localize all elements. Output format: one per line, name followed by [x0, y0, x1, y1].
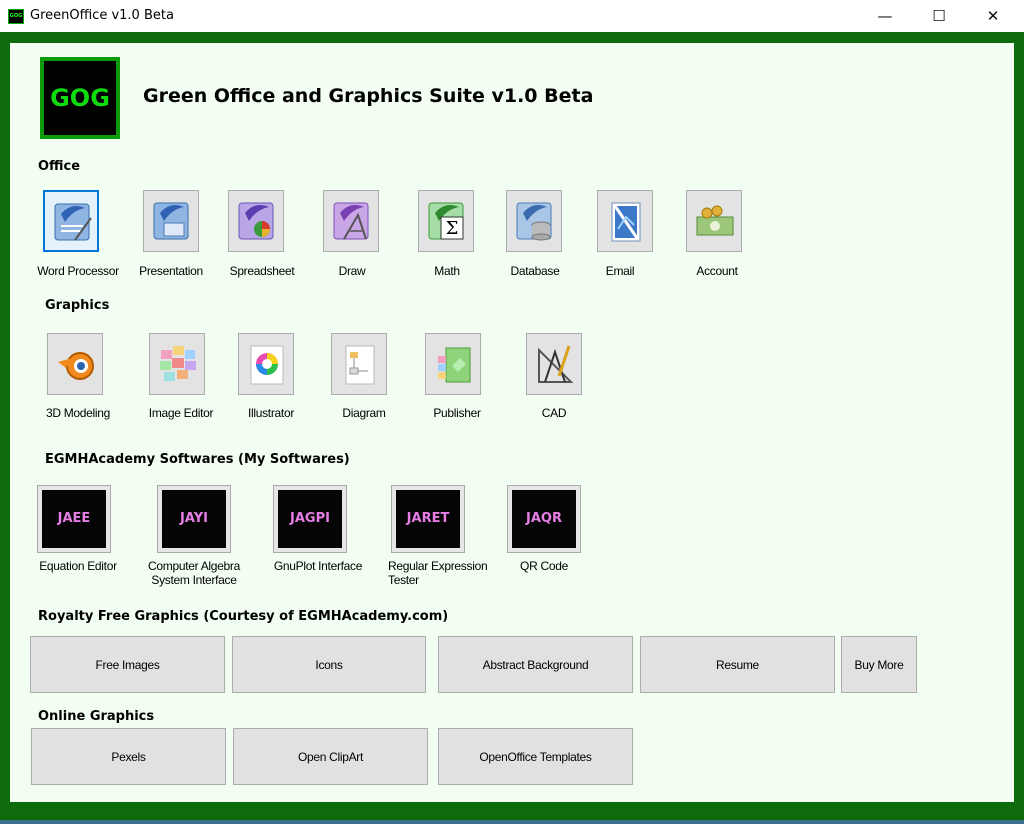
jayi-button[interactable]: JAYI — [157, 485, 231, 553]
abstract-background-button[interactable]: Abstract Background — [438, 636, 633, 693]
spreadsheet-button[interactable] — [228, 190, 284, 252]
publisher-label: Publisher — [433, 406, 481, 420]
diagram-label: Diagram — [342, 406, 386, 420]
image-editor-label: Image Editor — [148, 406, 214, 420]
app-window: GOG GreenOffice v1.0 Beta — ☐ ✕ GOG Gree… — [0, 0, 1024, 820]
account-icon — [696, 205, 734, 236]
draw-button[interactable] — [323, 190, 379, 252]
openoffice-templates-button[interactable]: OpenOffice Templates — [438, 728, 633, 785]
graphics-heading: Graphics — [45, 298, 110, 313]
open-clipart-button[interactable]: Open ClipArt — [233, 728, 428, 785]
app-logo: GOG — [40, 57, 120, 139]
minimize-button[interactable]: — — [862, 0, 908, 32]
cad-label: CAD — [541, 406, 567, 420]
buy-more-button[interactable]: Buy More — [841, 636, 917, 693]
title-bar[interactable]: GOG GreenOffice v1.0 Beta — ☐ ✕ — [0, 0, 1024, 32]
word-processor-icon — [54, 203, 92, 241]
jaqr-tile-text: JAQR — [512, 490, 576, 548]
email-label: Email — [605, 264, 635, 278]
computer-algebra-label: Computer Algebra System Interface — [148, 559, 240, 587]
pexels-button[interactable]: Pexels — [31, 728, 226, 785]
presentation-icon — [153, 202, 189, 240]
jayi-tile-text: JAYI — [162, 490, 226, 548]
svg-text:Σ: Σ — [446, 218, 459, 239]
math-button[interactable]: Σ — [418, 190, 474, 252]
page-title: Green Office and Graphics Suite v1.0 Bet… — [143, 85, 594, 107]
image-editor-icon — [160, 346, 196, 381]
draw-icon — [333, 202, 369, 240]
illustrator-label: Illustrator — [247, 406, 295, 420]
illustrator-icon — [250, 345, 284, 385]
image-editor-button[interactable] — [149, 333, 205, 395]
email-icon — [611, 202, 641, 242]
math-label: Math — [434, 264, 460, 278]
word-processor-button[interactable] — [43, 190, 99, 252]
database-button[interactable] — [506, 190, 562, 252]
draw-label: Draw — [338, 264, 366, 278]
publisher-icon — [438, 347, 471, 383]
spreadsheet-label: Spreadsheet — [229, 264, 295, 278]
account-button[interactable] — [686, 190, 742, 252]
resume-button[interactable]: Resume — [640, 636, 835, 693]
illustrator-button[interactable] — [238, 333, 294, 395]
window-title: GreenOffice v1.0 Beta — [30, 8, 174, 23]
presentation-button[interactable] — [143, 190, 199, 252]
math-icon: Σ — [428, 202, 464, 240]
database-label: Database — [510, 264, 560, 278]
free-images-button[interactable]: Free Images — [30, 636, 225, 693]
jaee-tile-text: JAEE — [42, 490, 106, 548]
presentation-label: Presentation — [139, 264, 203, 278]
account-label: Account — [696, 264, 738, 278]
word-processor-label: Word Processor — [37, 264, 119, 278]
close-button[interactable]: ✕ — [970, 0, 1016, 32]
email-button[interactable] — [597, 190, 653, 252]
app-icon: GOG — [8, 9, 24, 24]
jaret-button[interactable]: JARET — [391, 485, 465, 553]
spreadsheet-icon — [238, 202, 274, 240]
blender-icon — [58, 352, 94, 380]
jagpi-button[interactable]: JAGPI — [273, 485, 347, 553]
royalty-heading: Royalty Free Graphics (Courtesy of EGMHA… — [38, 609, 449, 624]
cad-button[interactable] — [526, 333, 582, 395]
diagram-button[interactable] — [331, 333, 387, 395]
publisher-button[interactable] — [425, 333, 481, 395]
maximize-button[interactable]: ☐ — [916, 0, 962, 32]
qr-code-label: QR Code — [520, 559, 568, 573]
icons-button[interactable]: Icons — [232, 636, 426, 693]
gnuplot-interface-label: GnuPlot Interface — [273, 559, 363, 573]
jaret-tile-text: JARET — [396, 490, 460, 548]
database-icon — [516, 202, 552, 241]
jagpi-tile-text: JAGPI — [278, 490, 342, 548]
office-heading: Office — [38, 159, 81, 174]
jaqr-button[interactable]: JAQR — [507, 485, 581, 553]
3d-modeling-label: 3D Modeling — [45, 406, 111, 420]
equation-editor-label: Equation Editor — [39, 559, 117, 573]
3d-modeling-button[interactable] — [47, 333, 103, 395]
jaee-button[interactable]: JAEE — [37, 485, 111, 553]
diagram-icon — [345, 345, 375, 385]
online-heading: Online Graphics — [38, 709, 155, 724]
cad-icon — [538, 345, 574, 383]
regex-tester-label: Regular Expression Tester — [388, 559, 488, 587]
academy-heading: EGMHAcademy Softwares (My Softwares) — [45, 452, 350, 467]
